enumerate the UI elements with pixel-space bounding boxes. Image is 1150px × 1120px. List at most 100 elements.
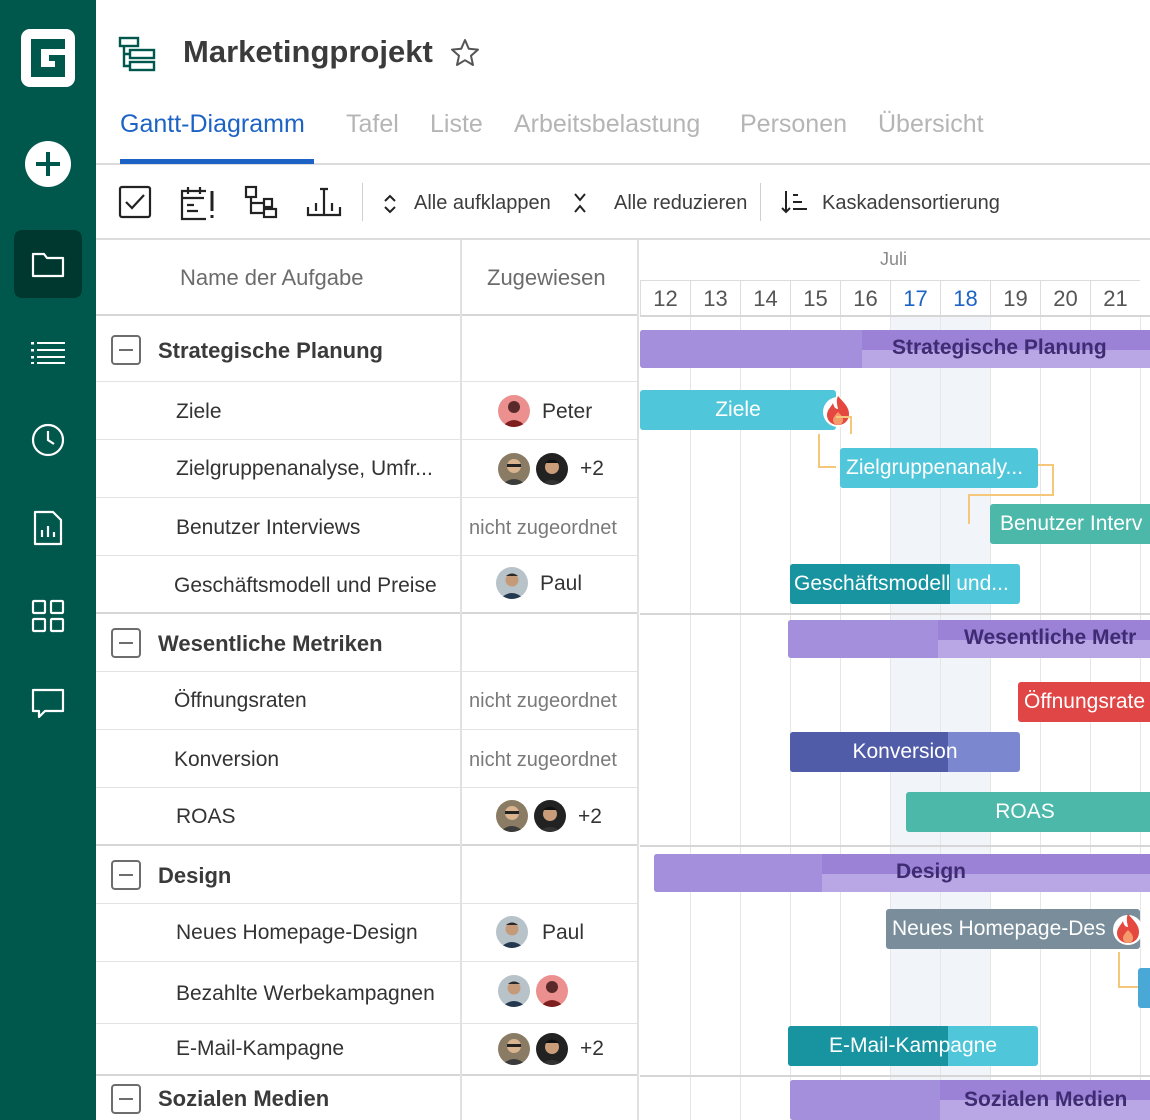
task-name: Zielgruppenanalyse, Umfr...: [176, 457, 433, 480]
task-bar-label: Benutzer Interv: [1000, 512, 1143, 535]
app-logo[interactable]: [21, 29, 75, 87]
dependency-connector: [1038, 464, 1054, 494]
column-separator[interactable]: [637, 240, 639, 1120]
projects-nav[interactable]: [14, 230, 82, 298]
task-row[interactable]: Ziele Peter: [96, 382, 639, 440]
task-bar[interactable]: ROAS: [906, 792, 1150, 832]
day-label: 20: [1040, 280, 1090, 316]
critical-path-icon[interactable]: [306, 185, 342, 219]
tab-overview[interactable]: Übersicht: [878, 110, 984, 139]
assignee-extra-count: +2: [580, 1037, 604, 1060]
task-bar-label: Konversion: [852, 740, 958, 763]
avatar: [498, 453, 530, 485]
chat-icon: [31, 688, 65, 719]
tab-people[interactable]: Personen: [740, 110, 847, 139]
expand-icon[interactable]: [382, 193, 398, 215]
month-label: Juli: [880, 249, 908, 269]
task-bar[interactable]: Neues Homepage-Des: [886, 909, 1140, 949]
task-row[interactable]: Neues Homepage-Design Paul: [96, 904, 639, 962]
expand-all-button[interactable]: Alle aufklappen: [414, 192, 551, 215]
fire-icon: [1113, 914, 1143, 945]
tab-board[interactable]: Tafel: [346, 110, 399, 139]
group-name: Wesentliche Metriken: [158, 631, 383, 656]
chat-nav[interactable]: [14, 670, 82, 738]
tab-workload[interactable]: Arbeitsbelastung: [514, 110, 700, 139]
new-item-button[interactable]: [14, 130, 82, 198]
collapse-icon[interactable]: [572, 191, 588, 215]
task-bar[interactable]: [1138, 968, 1150, 1008]
group-row[interactable]: Sozialen Medien: [96, 1076, 639, 1120]
task-bar[interactable]: Konversion: [790, 732, 1020, 772]
task-bar[interactable]: Benutzer Interv: [990, 504, 1150, 544]
hierarchy-icon[interactable]: [244, 185, 278, 219]
task-name: Bezahlte Werbekampagnen: [176, 982, 435, 1005]
task-row[interactable]: Benutzer Interviews nicht zugeordnet: [96, 498, 639, 556]
task-name: ROAS: [176, 805, 236, 828]
assignee-name: Paul: [540, 572, 583, 595]
task-name: Neues Homepage-Design: [176, 921, 418, 944]
group-bar[interactable]: Strategische Planung: [640, 330, 1150, 368]
sidebar: [0, 0, 96, 1120]
active-tab-indicator: [120, 159, 314, 164]
apps-nav[interactable]: [14, 582, 82, 650]
task-row[interactable]: Öffnungsraten nicht zugeordnet: [96, 672, 639, 730]
assignee-extra-count: +2: [580, 457, 604, 480]
assignee-extra-count: +2: [578, 805, 602, 828]
day-gridline: [990, 316, 991, 1120]
cascade-sort-button[interactable]: Kaskadensortierung: [822, 192, 1000, 215]
report-icon: [33, 510, 63, 546]
task-bar[interactable]: Ziele: [640, 390, 836, 430]
task-row[interactable]: Zielgruppenanalyse, Umfr... +2: [96, 440, 639, 498]
group-bar[interactable]: Wesentliche Metr: [788, 620, 1150, 658]
group-row[interactable]: Design: [96, 846, 639, 904]
group-bar[interactable]: Sozialen Medien: [790, 1080, 1150, 1120]
column-separator[interactable]: [460, 240, 462, 1120]
toolbar: Alle aufklappen Alle reduzieren Kaskaden…: [96, 165, 1150, 240]
day-label: 17: [890, 280, 940, 316]
tab-list[interactable]: Liste: [430, 110, 483, 139]
tab-gantt[interactable]: Gantt-Diagramm: [120, 110, 305, 139]
collapse-toggle[interactable]: [111, 1084, 141, 1114]
column-header-assigned[interactable]: Zugewiesen: [487, 265, 606, 291]
group-bar[interactable]: Design: [654, 854, 1150, 892]
task-row[interactable]: Bezahlte Werbekampagnen: [96, 962, 639, 1024]
plus-circle-icon: [25, 141, 71, 187]
toolbar-separator: [362, 183, 363, 221]
task-bar-label: ROAS: [995, 800, 1055, 823]
checkbox-icon[interactable]: [118, 185, 152, 219]
sort-icon[interactable]: [780, 189, 808, 215]
task-bar[interactable]: Geschäftsmodell und...: [790, 564, 1020, 604]
task-bar-label: Geschäftsmodell und...: [794, 572, 1009, 595]
task-bar[interactable]: Öffnungsrate: [1018, 682, 1150, 722]
group-row[interactable]: Strategische Planung: [96, 316, 639, 382]
task-row[interactable]: Konversion nicht zugeordnet: [96, 730, 639, 788]
task-row[interactable]: E-Mail-Kampagne +2: [96, 1024, 639, 1076]
time-nav[interactable]: [14, 406, 82, 474]
assignee-name: Peter: [542, 400, 593, 423]
star-icon[interactable]: [450, 38, 480, 68]
collapse-toggle[interactable]: [111, 628, 141, 658]
task-bar[interactable]: E-Mail-Kampagne: [788, 1026, 1038, 1066]
task-row[interactable]: Geschäftsmodell und Preise Paul: [96, 556, 639, 614]
avatar: [536, 453, 568, 485]
folder-icon: [31, 252, 65, 278]
collapse-toggle[interactable]: [111, 860, 141, 890]
group-bar-label: Design: [896, 860, 967, 883]
chart-header-border: [640, 315, 1150, 317]
column-header-task[interactable]: Name der Aufgabe: [180, 265, 363, 291]
collapse-all-button[interactable]: Alle reduzieren: [614, 192, 747, 215]
avatar: [496, 567, 528, 599]
collapse-toggle[interactable]: [111, 335, 141, 365]
day-gridline: [790, 316, 791, 1120]
avatar: [498, 395, 530, 427]
group-name: Strategische Planung: [158, 338, 383, 363]
list-icon: [31, 342, 65, 364]
avatar: [536, 975, 568, 1007]
task-bar[interactable]: Zielgruppenanaly...: [840, 448, 1038, 488]
calendar-alert-icon[interactable]: [180, 185, 216, 221]
gantt-project-icon: [118, 36, 156, 72]
tasks-nav[interactable]: [14, 318, 82, 386]
reports-nav[interactable]: [14, 494, 82, 562]
task-row[interactable]: ROAS +2: [96, 788, 639, 846]
group-row[interactable]: Wesentliche Metriken: [96, 614, 639, 672]
